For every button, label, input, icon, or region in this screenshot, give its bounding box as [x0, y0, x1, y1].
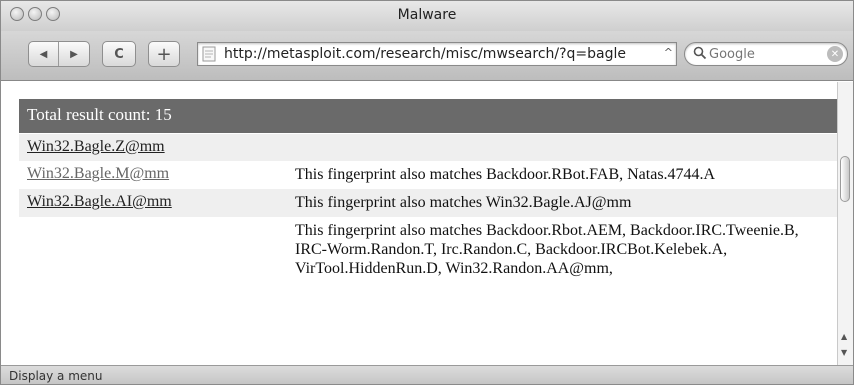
forward-button[interactable]: ▶	[59, 42, 89, 66]
address-field[interactable]: http://metasploit.com/research/misc/mwse…	[197, 42, 677, 66]
status-text: Display a menu	[9, 369, 103, 383]
search-input[interactable]	[709, 46, 819, 63]
clear-search-icon[interactable]: ✕	[827, 46, 843, 62]
back-arrow-icon: ◀	[39, 48, 48, 60]
result-description: This fingerprint also matches Win32.Bagl…	[295, 194, 632, 211]
vertical-scrollbar[interactable]: ▲ ▼	[837, 82, 853, 365]
magnifier-icon[interactable]	[693, 46, 707, 60]
page-content: Total result count: 15 Win32.Bagle.Z@mm …	[1, 82, 837, 365]
result-link[interactable]: Win32.Bagle.M@mm	[27, 165, 169, 182]
url-dropdown-icon[interactable]: ^	[664, 46, 673, 59]
scroll-up-icon[interactable]: ▲	[841, 332, 847, 341]
result-description: This fingerprint also matches Backdoor.R…	[295, 166, 716, 183]
reload-button[interactable]: C	[102, 41, 136, 67]
status-bar: Display a menu	[1, 365, 853, 384]
result-description	[295, 138, 829, 156]
result-link[interactable]: Win32.Bagle.AI@mm	[27, 193, 172, 210]
toolbar: ◀ ▶ C + http://metasploit.com/research/m…	[1, 31, 853, 81]
forward-arrow-icon: ▶	[70, 48, 78, 60]
window-title: Malware	[397, 7, 457, 23]
plus-icon: +	[156, 43, 172, 65]
result-row: Win32.Bagle.Z@mm	[19, 134, 837, 161]
scrollbar-thumb[interactable]	[840, 156, 850, 202]
title-bar: Malware	[1, 1, 853, 31]
result-row: Win32.Bagle.M@mm This fingerprint also m…	[19, 161, 837, 189]
page-icon	[202, 46, 216, 62]
result-description: This fingerprint also matches Backdoor.R…	[295, 222, 799, 277]
browser-window: Malware ◀ ▶ C + http://metasploit.com/re…	[0, 0, 854, 385]
reload-icon: C	[114, 46, 124, 62]
results-table: Total result count: 15 Win32.Bagle.Z@mm …	[19, 99, 837, 283]
back-button[interactable]: ◀	[29, 42, 60, 66]
url-text: http://metasploit.com/research/misc/mwse…	[224, 46, 627, 62]
result-row: This fingerprint also matches Backdoor.R…	[19, 217, 837, 283]
result-row: Win32.Bagle.AI@mm This fingerprint also …	[19, 189, 837, 217]
back-forward-buttons: ◀ ▶	[28, 41, 90, 67]
scroll-down-icon[interactable]: ▼	[841, 348, 847, 357]
add-bookmark-button[interactable]: +	[148, 41, 180, 67]
result-link[interactable]: Win32.Bagle.Z@mm	[27, 138, 165, 155]
search-field[interactable]: ✕	[684, 42, 848, 66]
result-count-header: Total result count: 15	[19, 99, 837, 133]
